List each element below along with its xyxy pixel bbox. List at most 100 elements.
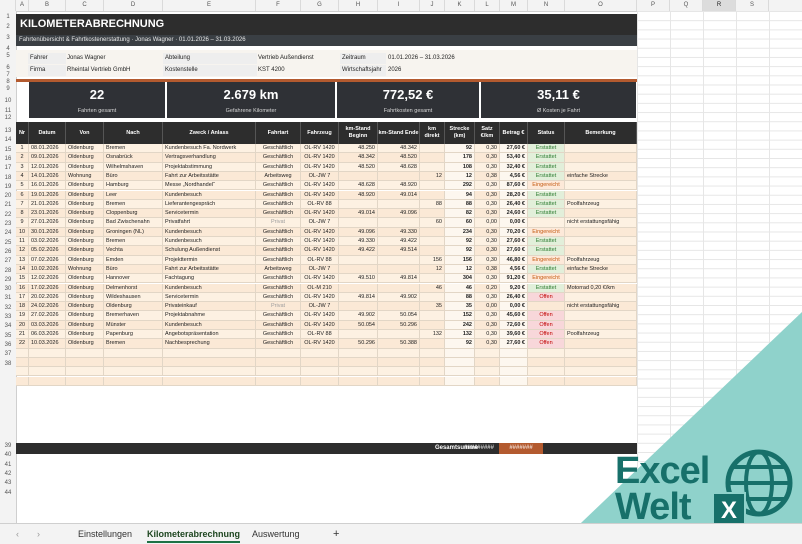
table-cell[interactable]: 88 [445, 292, 475, 303]
row-header[interactable]: 13 [0, 128, 16, 134]
table-cell[interactable]: Geschäftlich [256, 181, 301, 191]
table-cell[interactable]: Erstattet [528, 283, 565, 293]
table-cell[interactable]: Geschäftlich [256, 190, 301, 200]
table-cell[interactable]: OL-RV 1420 [301, 209, 339, 219]
table-cell[interactable]: Geschäftlich [256, 237, 301, 247]
table-cell[interactable]: 49.014 [378, 190, 420, 200]
table-cell[interactable] [420, 181, 445, 191]
table-cell[interactable] [475, 367, 500, 377]
table-cell[interactable]: 18 [16, 302, 29, 312]
table-cell[interactable] [565, 274, 637, 284]
table-cell[interactable]: 0,38 [475, 264, 500, 275]
tab-einstellungen[interactable]: Einstellungen [78, 527, 132, 541]
table-cell[interactable]: 0,30 [475, 209, 500, 219]
row-header[interactable]: 36 [0, 342, 16, 348]
scroll-left-icon[interactable]: ‹ [16, 527, 19, 541]
table-cell[interactable] [339, 171, 378, 182]
table-cell[interactable]: Erstattet [528, 264, 565, 275]
table-cell[interactable]: 50.296 [339, 339, 378, 349]
column-header-e[interactable]: E [163, 0, 256, 11]
table-cell[interactable]: 0,30 [475, 311, 500, 321]
table-cell[interactable]: OL-RV 1420 [301, 292, 339, 303]
table-cell[interactable]: 16 [16, 283, 29, 293]
table-cell[interactable] [445, 348, 475, 358]
table-cell[interactable]: Kundenbesuch [163, 283, 256, 293]
table-cell[interactable]: Oldenburg [66, 181, 104, 191]
table-cell[interactable]: 49.514 [378, 246, 420, 256]
table-cell[interactable]: Projekttermin [163, 255, 256, 265]
row-header[interactable]: 2 [0, 24, 16, 30]
table-cell[interactable]: 6 [16, 190, 29, 200]
table-cell[interactable]: OL-M 210 [301, 283, 339, 293]
table-cell[interactable] [378, 218, 420, 228]
table-cell[interactable]: 10 [16, 227, 29, 237]
table-cell[interactable]: Privatfahrt [163, 218, 256, 228]
table-cell[interactable]: Papenburg [104, 330, 163, 340]
table-cell[interactable] [565, 209, 637, 219]
table-cell[interactable]: 4 [16, 171, 29, 182]
row-header[interactable]: 28 [0, 268, 16, 274]
table-cell[interactable]: 24,60 € [500, 209, 528, 219]
table-cell[interactable]: Geschäftlich [256, 311, 301, 321]
table-cell[interactable]: OL-JW 7 [301, 171, 339, 182]
table-cell[interactable]: Bremen [104, 144, 163, 154]
row-header[interactable]: 6 [0, 65, 16, 71]
table-cell[interactable] [565, 246, 637, 256]
row-header[interactable]: 32 [0, 305, 16, 311]
column-header-q[interactable]: Q [670, 0, 703, 11]
table-cell[interactable]: Oldenburg [66, 190, 104, 200]
table-cell[interactable]: 46 [420, 283, 445, 293]
row-header[interactable]: 17 [0, 165, 16, 171]
column-header-g[interactable]: G [301, 0, 339, 11]
table-cell[interactable]: 06.03.2026 [29, 330, 66, 340]
table-cell[interactable] [163, 376, 256, 386]
table-cell[interactable]: Motorrad 0,20 €/km [565, 283, 637, 293]
table-cell[interactable] [420, 292, 445, 303]
table-cell[interactable]: 48.250 [339, 144, 378, 154]
table-cell[interactable]: Wohnung [66, 264, 104, 275]
table-cell[interactable]: 7 [16, 199, 29, 210]
table-cell[interactable]: 12 [445, 171, 475, 182]
table-cell[interactable]: Büro [104, 171, 163, 182]
table-cell[interactable] [500, 376, 528, 386]
table-cell[interactable]: 17 [16, 292, 29, 303]
column-header-s[interactable]: S [736, 0, 769, 11]
table-cell[interactable]: Geschäftlich [256, 246, 301, 256]
table-cell[interactable] [420, 320, 445, 330]
column-header-k[interactable]: K [445, 0, 475, 11]
table-cell[interactable] [378, 199, 420, 210]
table-cell[interactable] [378, 357, 420, 368]
table-cell[interactable]: Erstattet [528, 199, 565, 210]
table-cell[interactable]: 48.520 [339, 162, 378, 172]
table-cell[interactable]: Cloppenburg [104, 209, 163, 219]
table-cell[interactable]: 49.902 [378, 292, 420, 303]
table-cell[interactable]: Privateinkauf [163, 302, 256, 312]
table-cell[interactable]: Erstattet [528, 153, 565, 163]
row-header[interactable]: 11 [0, 108, 16, 114]
table-cell[interactable] [420, 227, 445, 237]
table-cell[interactable]: 14 [16, 264, 29, 275]
row-header[interactable]: 10 [0, 98, 16, 104]
table-cell[interactable]: 27,60 € [500, 339, 528, 349]
table-cell[interactable] [500, 357, 528, 368]
table-cell[interactable]: Geschäftlich [256, 274, 301, 284]
table-cell[interactable] [104, 348, 163, 358]
table-cell[interactable]: Fachtagung [163, 274, 256, 284]
row-header[interactable]: 19 [0, 184, 16, 190]
table-cell[interactable] [420, 153, 445, 163]
table-cell[interactable]: OL-RV 1420 [301, 181, 339, 191]
table-cell[interactable]: 12.01.2026 [29, 162, 66, 172]
table-cell[interactable]: 12 [420, 264, 445, 275]
table-cell[interactable]: 27,60 € [500, 144, 528, 154]
table-cell[interactable]: OL-RV 1420 [301, 227, 339, 237]
table-cell[interactable] [378, 255, 420, 265]
table-cell[interactable] [420, 311, 445, 321]
table-cell[interactable]: 49.014 [339, 209, 378, 219]
row-header[interactable]: 23 [0, 221, 16, 227]
table-cell[interactable]: Fahrt zur Arbeitsstätte [163, 264, 256, 275]
table-cell[interactable]: 49.096 [378, 209, 420, 219]
table-cell[interactable]: Groningen (NL) [104, 227, 163, 237]
table-cell[interactable]: 48.920 [378, 181, 420, 191]
row-header[interactable]: 4 [0, 46, 16, 52]
column-header-p[interactable]: P [637, 0, 670, 11]
